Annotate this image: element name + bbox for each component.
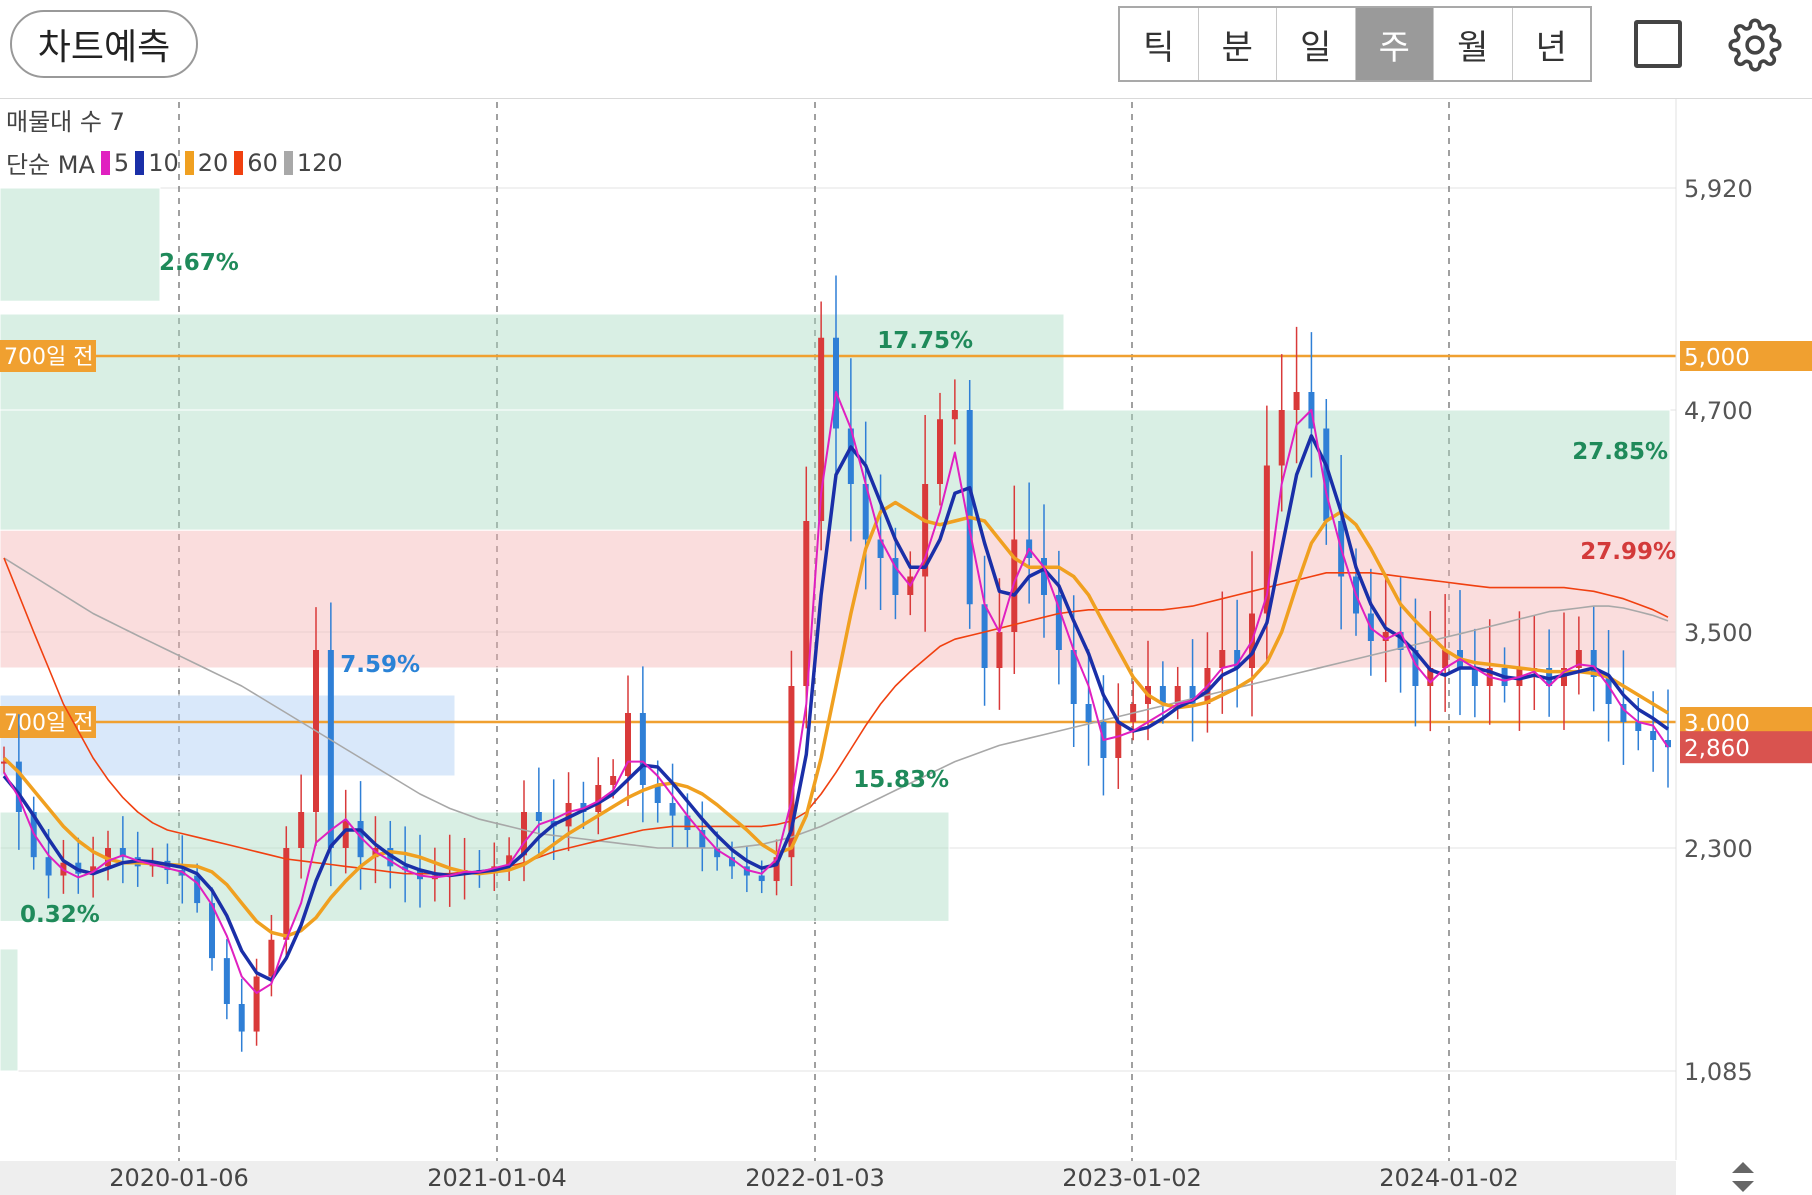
x-tick-label: 2023-01-02 [1062,1164,1201,1192]
chart-predict-button[interactable]: 차트예측 [10,10,198,78]
candle-body [654,785,661,803]
volume-profile-legend: 매물대 수 7 [6,108,125,136]
candle-body [833,337,839,429]
candle-body [298,812,305,848]
x-tick-label: 2022-01-03 [745,1164,884,1192]
gear-icon[interactable] [1728,18,1782,72]
ma10-label: 10 [148,148,179,177]
ma-legend: 단순 MA 5 10 20 60 120 [6,145,343,180]
tab-day[interactable]: 일 [1277,8,1356,80]
volume-zone [0,811,950,922]
candle-body [1650,731,1657,740]
volume-zone [0,529,1677,669]
candle-body [1471,668,1478,686]
period-tabs: 틱 분 일 주 월 년 [1118,6,1592,82]
candle-body [1219,650,1226,668]
ma120-label: 120 [296,148,343,177]
candle-body [268,939,275,977]
volume-zone-percent: 0.32% [20,902,100,928]
volume-zone-percent: 27.85% [1572,439,1668,465]
candle-body [535,812,542,821]
y-tick-label: 2,300 [1684,835,1753,863]
reference-line-label: 700일 전 [4,711,93,736]
ma60-swatch [234,150,244,175]
y-tick-label: 5,920 [1684,175,1753,203]
vertical-scroll-arrows-icon[interactable] [1728,1160,1758,1194]
ma120-swatch [283,150,293,175]
candle-body [669,803,676,816]
top-toolbar: 차트예측 틱 분 일 주 월 년 [0,0,1812,98]
ma10-swatch [135,150,145,175]
candle-body [1115,722,1122,758]
volume-zone-percent: 15.83% [853,767,949,793]
volume-zone [0,187,161,302]
candle-body [981,604,988,668]
ma20-swatch [184,150,194,175]
ma60-label: 60 [247,148,278,177]
candle-body [639,713,646,785]
y-tick-label: 3,500 [1684,619,1753,647]
ma5-swatch [100,150,110,175]
candle-body [966,410,973,605]
x-tick-label: 2020-01-06 [109,1164,248,1192]
candle-body [1293,392,1300,410]
candle-body [758,875,765,882]
ma5-label: 5 [113,148,130,177]
y-tick-label: 1,085 [1684,1058,1753,1086]
y-tick-label: 4,700 [1684,397,1753,425]
x-tick-label: 2024-01-02 [1379,1164,1518,1192]
tab-month[interactable]: 월 [1434,8,1513,80]
tab-minute[interactable]: 분 [1199,8,1277,80]
tab-tick[interactable]: 틱 [1120,8,1199,80]
candle-body [223,958,230,1005]
candle-body [283,848,290,940]
square-icon[interactable] [1634,20,1682,68]
candle-body [937,419,943,484]
reference-line-label: 700일 전 [4,345,93,370]
volume-zone-percent: 27.99% [1580,539,1676,565]
candle-body [1085,704,1092,722]
tab-week[interactable]: 주 [1355,8,1434,80]
candle-body [1070,650,1077,704]
candle-body [238,1004,245,1032]
x-tick-label: 2021-01-04 [427,1164,566,1192]
volume-zone-percent: 7.59% [340,652,420,678]
ma20-label: 20 [197,148,229,177]
candle-body [1278,410,1285,466]
ma-legend-label: 단순 MA [6,151,95,179]
volume-zone [0,948,19,1072]
candle-body [327,650,334,848]
candle-body [996,632,1003,668]
candle-body [253,976,260,1032]
chart-area[interactable]: 700일 전 700일 전 2.67% 17.75% 27.85% 27.99% 7.59… [0,98,1812,1195]
candle-body [951,410,958,420]
current-price-label: 2,860 [1684,736,1750,762]
tab-year[interactable]: 년 [1513,8,1591,80]
candle-body [610,776,617,785]
reference-price-label: 5,000 [1684,345,1750,371]
candle-body [45,857,52,876]
candle-body [194,875,201,904]
volume-zone-percent: 2.67% [159,250,239,276]
volume-zone-percent: 17.75% [877,328,973,354]
